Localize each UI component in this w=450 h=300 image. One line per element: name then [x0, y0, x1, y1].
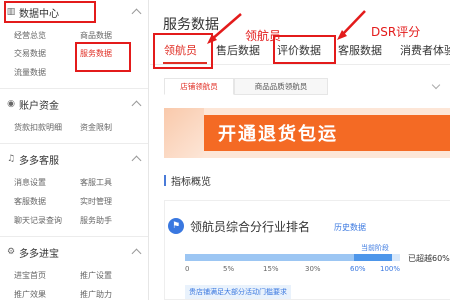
progress-tick-label: 100% — [380, 265, 401, 273]
sidebar-item-payment-deduction[interactable]: 货款扣款明细 — [14, 122, 62, 133]
annotation-label-dsr: DSR评分 — [371, 25, 421, 39]
chevron-down-icon — [431, 80, 441, 90]
progress-fill — [185, 254, 354, 261]
sidebar-item-promo-home[interactable]: 进宝首页 — [14, 270, 46, 281]
sidebar-item-promo-boost[interactable]: 推广助力 — [80, 289, 112, 300]
target-icon: ◉ — [7, 99, 15, 109]
card-title: 领航员综合分行业排名 — [190, 220, 311, 234]
progress-current-segment — [354, 254, 392, 261]
chevron-up-icon — [131, 248, 142, 259]
main-content: 服务数据 领航员 DSR评分 领航员 售后数据 评价数据 客服数据 消费者体验 … — [150, 0, 450, 300]
sidebar-section-promotion[interactable]: ⚙ 多多进宝 — [6, 243, 144, 261]
sidebar-item-cs-tools[interactable]: 客服工具 — [80, 177, 112, 188]
subtab-store-navigator[interactable]: 店铺领航员 — [164, 78, 234, 95]
chevron-up-icon — [131, 8, 142, 19]
tab-after-sales[interactable]: 售后数据 — [216, 42, 260, 58]
subtab-goods-quality-navigator[interactable]: 商品品质领航员 — [234, 78, 328, 95]
ranking-progress-bar — [185, 254, 400, 261]
sidebar-item-fund-limit[interactable]: 资金限制 — [80, 122, 112, 133]
tab-cs-data[interactable]: 客服数据 — [338, 42, 382, 58]
sidebar-section-title: 多多客服 — [19, 155, 59, 167]
annotation-box — [153, 33, 213, 69]
sidebar-item-service-assistant[interactable]: 服务助手 — [80, 215, 112, 226]
section-title: 指标概览 — [164, 173, 211, 188]
divider — [0, 236, 148, 237]
sidebar: ▥ 数据中心 经营总览 商品数据 交易数据 服务数据 流量数据 ◉ 账户资金 货… — [0, 0, 149, 300]
sidebar-section-title: 多多进宝 — [19, 248, 59, 260]
annotation-box — [273, 35, 336, 64]
chevron-up-icon — [131, 155, 142, 166]
sidebar-item-message-settings[interactable]: 消息设置 — [14, 177, 46, 188]
sidebar-item-goods-data[interactable]: 商品数据 — [80, 30, 112, 41]
progress-tick-label: 60% — [350, 265, 366, 273]
section-title-bar — [164, 175, 166, 186]
sidebar-section-customer-service[interactable]: ♫ 多多客服 — [6, 150, 144, 168]
current-stage-label: 当前阶段 — [361, 244, 389, 252]
sidebar-item-cs-data[interactable]: 客服数据 — [14, 196, 46, 207]
banner-decoration — [164, 108, 204, 158]
sidebar-item-promo-effect[interactable]: 推广效果 — [14, 289, 46, 300]
divider — [0, 88, 148, 89]
progress-tick-label: 30% — [305, 265, 321, 273]
promo-banner[interactable]: 开通退货包运 — [164, 108, 450, 158]
sidebar-section-account-funds[interactable]: ◉ 账户资金 — [6, 95, 144, 113]
annotation-arrow — [337, 10, 366, 40]
sidebar-item-chat-history[interactable]: 聊天记录查询 — [14, 215, 62, 226]
annotation-box — [75, 42, 131, 72]
annotation-box — [4, 1, 96, 23]
sidebar-item-promo-settings[interactable]: 推广设置 — [80, 270, 112, 281]
progress-tick-label: 15% — [263, 265, 279, 273]
gear-icon: ⚙ — [6, 247, 16, 257]
headset-icon: ♫ — [6, 154, 16, 164]
tab-consumer-experience[interactable]: 消费者体验 — [400, 42, 450, 58]
progress-tick-label: 5% — [223, 265, 235, 273]
divider — [0, 143, 148, 144]
sidebar-item-realtime-manage[interactable]: 实时管理 — [80, 196, 112, 207]
chevron-up-icon — [131, 100, 142, 111]
banner-text: 开通退货包运 — [218, 124, 338, 145]
progress-tick-label: 0 — [185, 265, 190, 273]
section-title-text: 指标概览 — [171, 177, 211, 188]
sidebar-section-title: 账户资金 — [19, 100, 59, 112]
flag-icon: ⚑ — [168, 218, 184, 234]
sidebar-item-traffic-data[interactable]: 流量数据 — [14, 67, 46, 78]
tip-pill: 贵店铺满足大部分活动门槛要求 — [185, 285, 291, 299]
sidebar-item-overview[interactable]: 经营总览 — [14, 30, 46, 41]
history-data-link[interactable]: 历史数据 — [334, 222, 366, 233]
sidebar-item-trade-data[interactable]: 交易数据 — [14, 48, 46, 59]
exceed-text: 已超越60% — [408, 254, 450, 263]
